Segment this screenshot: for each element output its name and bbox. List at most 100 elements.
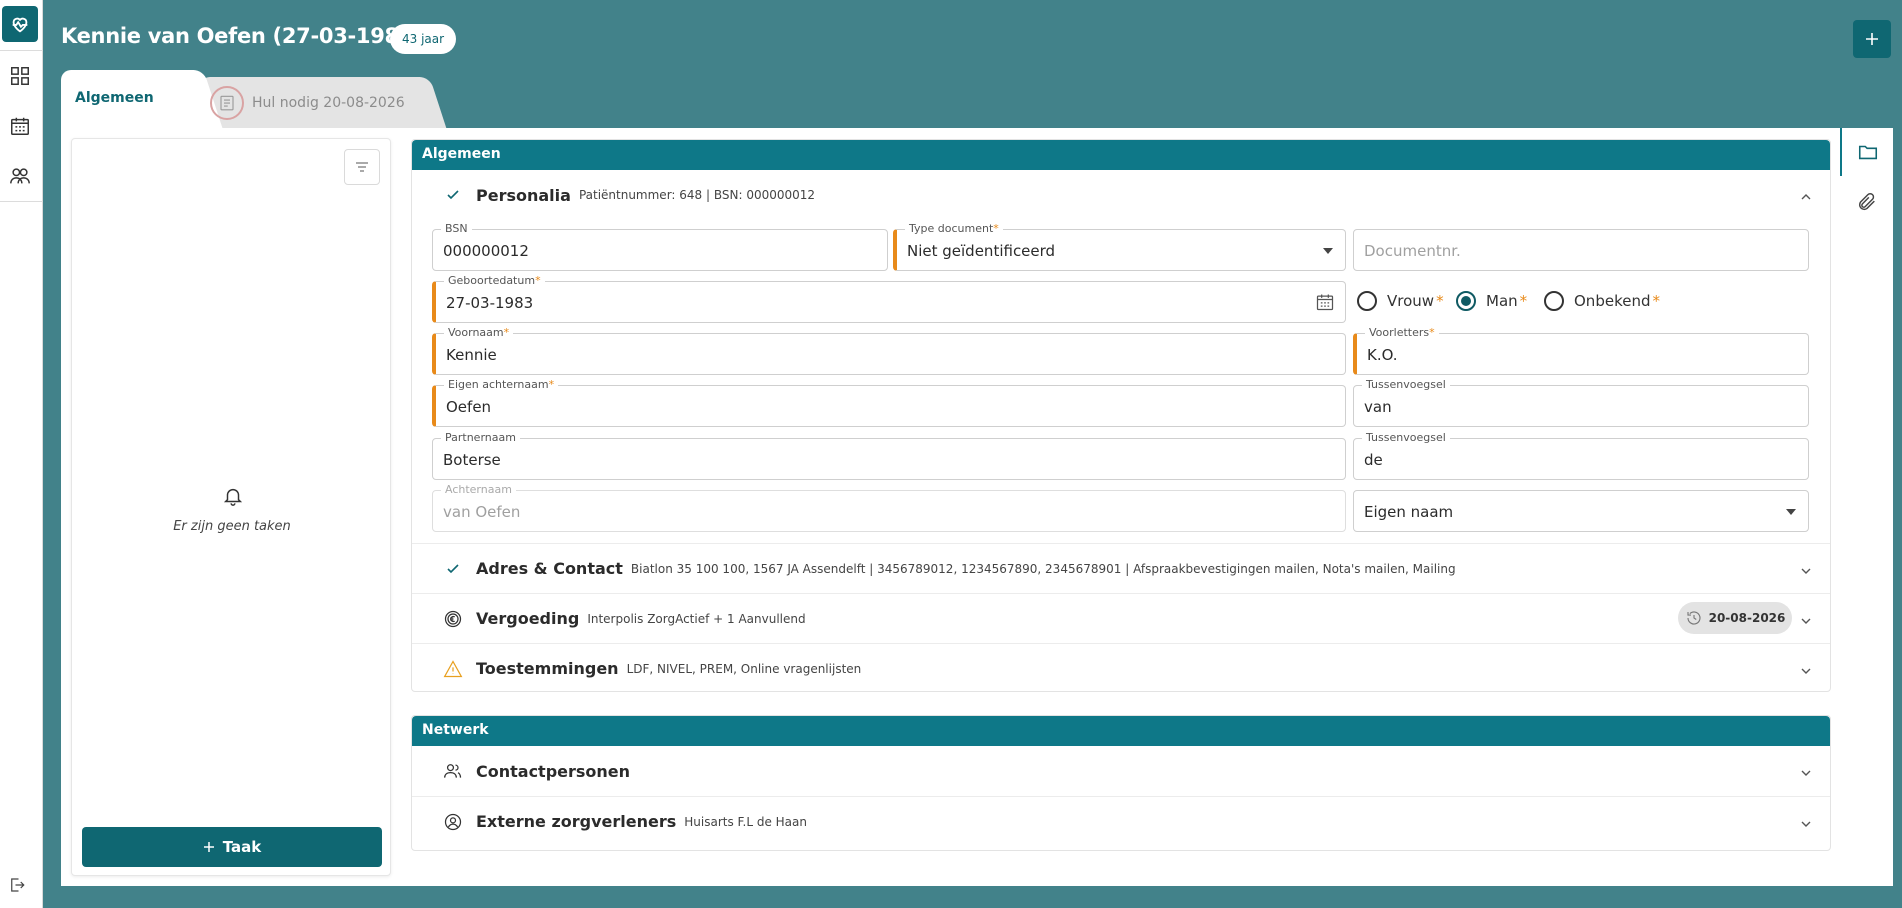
filter-button[interactable] <box>344 149 380 185</box>
voorletters-label: Voorletters* <box>1365 326 1439 339</box>
history-icon <box>1687 611 1701 625</box>
chevron-down-icon[interactable] <box>1800 612 1812 631</box>
add-task-label: Taak <box>222 838 262 856</box>
calendar-icon[interactable] <box>1315 292 1335 316</box>
geboortedatum-value: 27-03-1983 <box>446 294 534 312</box>
toestemmingen-subtitle: LDF, NIVEL, PREM, Online vragenlijsten <box>626 661 862 676</box>
adres-contact-row[interactable]: Adres & Contact Biatlon 35 100 100, 1567… <box>412 543 1830 593</box>
tussenvoegsel-label: Tussenvoegsel <box>1362 378 1450 391</box>
user-circle-icon <box>440 812 466 832</box>
achternaam-value: van Oefen <box>443 503 521 521</box>
gender-onbekend-label: Onbekend <box>1574 292 1651 310</box>
documentnr-input[interactable]: Documentnr. <box>1353 229 1809 271</box>
personalia-subtitle: Patiëntnummer: 648 | BSN: 000000012 <box>578 188 816 202</box>
radio-circle <box>1544 291 1564 311</box>
right-toolbar <box>1840 128 1893 886</box>
geboortedatum-label-text: Geboortedatum <box>448 274 536 287</box>
partnernaam-label: Partnernaam <box>441 431 520 444</box>
personalia-row[interactable]: Personalia Patiëntnummer: 648 | BSN: 000… <box>412 170 1830 220</box>
eigen-achternaam-field[interactable]: Eigen achternaam* Oefen <box>432 378 1346 427</box>
check-icon <box>440 187 466 203</box>
vergoeding-row[interactable]: Vergoeding Interpolis ZorgActief + 1 Aan… <box>412 593 1830 643</box>
partner-tussenvoegsel-value: de <box>1364 451 1383 469</box>
attachment-button[interactable] <box>1840 178 1893 226</box>
folder-button[interactable] <box>1840 128 1893 176</box>
contactpersonen-row[interactable]: Contactpersonen <box>412 746 1830 796</box>
netwerk-card: Netwerk Contactpersonen Externe zorgverl… <box>411 715 1831 851</box>
tab-hulp-nodig-label: Hul nodig 20-08-2026 <box>252 94 405 111</box>
radio-circle <box>1357 291 1377 311</box>
nav-patients-button[interactable] <box>2 158 38 194</box>
voorletters-field[interactable]: Voorletters* K.O. <box>1353 326 1809 375</box>
empty-tasks-text: Er zijn geen taken <box>173 519 291 534</box>
euro-coin-icon <box>440 609 466 629</box>
tab-hulp-nodig[interactable]: Hul nodig 20-08-2026 <box>200 77 420 128</box>
gender-man-label: Man <box>1486 292 1518 310</box>
people-icon <box>10 168 30 184</box>
voornaam-label: Voornaam* <box>444 326 514 339</box>
tab-algemeen-label: Algemeen <box>75 90 154 106</box>
calendar-icon <box>11 117 29 135</box>
add-task-button[interactable]: Taak <box>82 827 382 867</box>
bsn-field[interactable]: BSN 000000012 <box>432 222 888 271</box>
voornaam-label-text: Voornaam <box>448 326 504 339</box>
chevron-down-icon[interactable] <box>1800 562 1812 581</box>
tasks-panel: Er zijn geen taken Taak <box>71 138 391 876</box>
nav-agenda-button[interactable] <box>2 108 38 144</box>
check-icon <box>440 561 466 577</box>
nav-dashboard-button[interactable] <box>2 58 38 94</box>
externe-title: Externe zorgverleners <box>476 812 677 831</box>
naamgebruik-value: Eigen naam <box>1364 503 1454 521</box>
algemeen-header: Algemeen <box>412 140 1830 170</box>
paperclip-icon <box>1858 193 1875 211</box>
vergoeding-title: Vergoeding <box>476 609 580 628</box>
type-document-label: Type document* <box>905 222 1003 235</box>
eigen-achternaam-label-text: Eigen achternaam <box>448 378 549 391</box>
chevron-down-icon[interactable] <box>1800 815 1812 834</box>
adres-subtitle: Biatlon 35 100 100, 1567 JA Assendelft |… <box>630 561 1456 576</box>
geboortedatum-label: Geboortedatum* <box>444 274 545 287</box>
vergoeding-subtitle: Interpolis ZorgActief + 1 Aanvullend <box>587 611 806 626</box>
externe-subtitle: Huisarts F.L de Haan <box>684 814 807 829</box>
bsn-label: BSN <box>441 222 472 235</box>
warning-icon <box>440 659 466 679</box>
voornaam-value: Kennie <box>446 346 497 364</box>
gender-vrouw-label: Vrouw <box>1387 292 1435 310</box>
plus-icon <box>1866 33 1878 45</box>
gender-onbekend-radio[interactable]: Onbekend * <box>1544 291 1660 311</box>
gender-man-radio[interactable]: Man * <box>1456 291 1527 311</box>
nav-rail <box>0 0 43 908</box>
contactpersonen-title: Contactpersonen <box>476 761 631 781</box>
chevron-down-icon[interactable] <box>1800 764 1812 783</box>
naamgebruik-select[interactable]: Eigen naam <box>1353 490 1809 532</box>
tab-algemeen[interactable]: Algemeen <box>61 70 191 128</box>
geboortedatum-field[interactable]: Geboortedatum* 27-03-1983 <box>432 274 1346 323</box>
gender-vrouw-radio[interactable]: Vrouw * <box>1357 291 1444 311</box>
folder-icon <box>1858 145 1877 160</box>
logout-button[interactable] <box>8 876 26 898</box>
toestemmingen-title: Toestemmingen <box>476 659 619 678</box>
chevron-down-icon[interactable] <box>1800 662 1812 681</box>
vergoeding-date: 20-08-2026 <box>1708 611 1786 625</box>
radio-circle-selected <box>1456 291 1476 311</box>
personalia-title: Personalia <box>476 185 571 205</box>
grid-icon <box>11 67 29 85</box>
achternaam-field: Achternaam van Oefen <box>432 483 1346 532</box>
externe-zorgverleners-row[interactable]: Externe zorgverleners Huisarts F.L de Ha… <box>412 796 1830 846</box>
partner-tussenvoegsel-label: Tussenvoegsel <box>1362 431 1450 444</box>
adres-title: Adres & Contact <box>476 559 623 578</box>
nav-home-button[interactable] <box>2 6 38 42</box>
partnernaam-field[interactable]: Partnernaam Boterse <box>432 431 1346 480</box>
voornaam-field[interactable]: Voornaam* Kennie <box>432 326 1346 375</box>
tussenvoegsel-field[interactable]: Tussenvoegsel van <box>1353 378 1809 427</box>
add-button[interactable] <box>1853 20 1891 58</box>
plus-icon <box>203 842 214 852</box>
voorletters-label-text: Voorletters <box>1369 326 1430 339</box>
toestemmingen-row[interactable]: Toestemmingen LDF, NIVEL, PREM, Online v… <box>412 643 1830 693</box>
partner-tussenvoegsel-field[interactable]: Tussenvoegsel de <box>1353 431 1809 480</box>
logout-icon <box>11 878 25 892</box>
type-document-select[interactable]: Type document* Niet geïdentificeerd <box>893 222 1346 271</box>
documentnr-placeholder: Documentnr. <box>1364 242 1461 260</box>
chevron-up-icon[interactable] <box>1800 188 1812 207</box>
netwerk-header: Netwerk <box>412 716 1830 746</box>
